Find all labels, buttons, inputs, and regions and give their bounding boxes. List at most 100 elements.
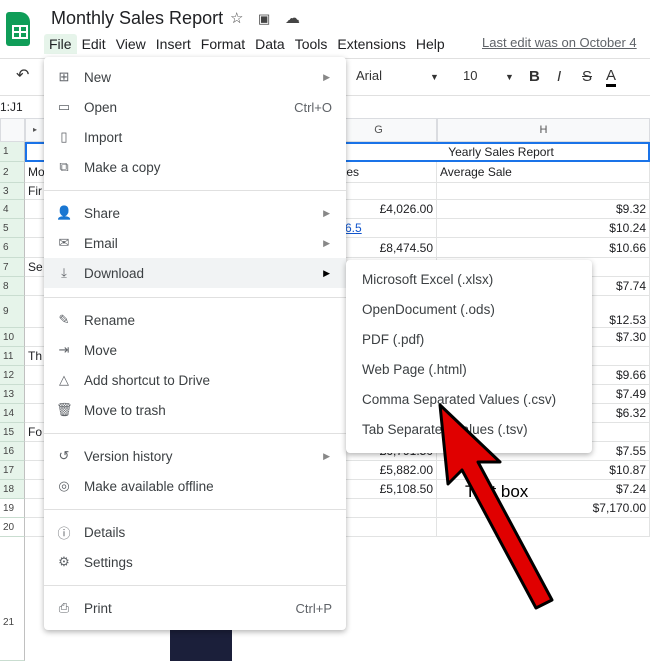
row-header[interactable]: 10 <box>0 328 25 347</box>
menu-item-label: New <box>84 69 112 85</box>
row-header[interactable]: 7 <box>0 258 25 277</box>
row-header[interactable]: 8 <box>0 277 25 296</box>
menu-item-settings[interactable]: ⚙ Settings <box>44 547 346 577</box>
row-header[interactable]: 12 <box>0 366 25 385</box>
menu-item-add-shortcut-to-drive[interactable]: △ Add shortcut to Drive <box>44 365 346 395</box>
column-header-h[interactable]: H <box>437 118 650 142</box>
menu-item-rename[interactable]: ✎ Rename <box>44 305 346 335</box>
menu-extensions[interactable]: Extensions <box>332 34 410 54</box>
menu-item-label: Download <box>84 265 145 281</box>
menu-item-label: Email <box>84 235 118 251</box>
submenu-arrow-icon: ▶ <box>323 267 330 278</box>
italic-button[interactable]: I <box>557 68 561 85</box>
download-option[interactable]: OpenDocument (.ods) <box>362 302 495 317</box>
menu-item-share[interactable]: 👤 Share ▶ <box>44 198 346 228</box>
move-folder-icon[interactable]: ▣ <box>258 11 270 27</box>
menu-help[interactable]: Help <box>411 34 450 54</box>
row-header[interactable]: 15 <box>0 423 25 442</box>
menu-format[interactable]: Format <box>196 34 250 54</box>
menu-data[interactable]: Data <box>250 34 290 54</box>
row-header[interactable]: 21 <box>0 537 25 661</box>
menu-item-new[interactable]: ⊞ New ▶ <box>44 62 346 92</box>
menu-tools[interactable]: Tools <box>290 34 333 54</box>
cell-h6[interactable]: $10.66 <box>437 238 650 258</box>
row-header[interactable]: 2 <box>0 162 25 183</box>
chevron-down-icon[interactable]: ▼ <box>430 72 439 82</box>
select-all-corner[interactable] <box>0 118 25 142</box>
row-header[interactable]: 20 <box>0 518 25 537</box>
download-submenu: Microsoft Excel (.xlsx) OpenDocument (.od… <box>346 260 592 453</box>
file-menu: ⊞ New ▶ ▭ Open Ctrl+O ▯ Import ⧉ Make a copy 👤 Shar… <box>44 57 346 630</box>
last-edit-link[interactable]: Last edit was on October 4 <box>482 35 637 50</box>
bold-button[interactable]: B <box>529 68 540 85</box>
row-header[interactable]: 19 <box>0 499 25 518</box>
menu-view[interactable]: View <box>111 34 151 54</box>
menu-item-details[interactable]: ⓘ Details <box>44 517 346 547</box>
menu-file[interactable]: File <box>44 34 77 54</box>
row-header[interactable]: 3 <box>0 183 25 200</box>
cell-h3[interactable] <box>437 183 650 200</box>
row-header[interactable]: 17 <box>0 461 25 480</box>
menu-item-move-to-trash[interactable]: 🗑 Move to trash <box>44 395 346 425</box>
column-header-a[interactable]: ▸ <box>25 118 45 142</box>
menu-item-label: Rename <box>84 312 136 328</box>
cell-h17[interactable]: $10.87 <box>437 461 650 480</box>
cell-h5[interactable]: $10.24 <box>437 219 650 238</box>
pencil-icon: ✎ <box>58 312 70 327</box>
font-size-select[interactable]: 10 <box>463 68 477 83</box>
move-folder-icon: ⇥ <box>58 342 70 357</box>
row-header[interactable]: 9 <box>0 296 25 328</box>
menu-bar: File Edit View Insert Format Data Tools … <box>44 34 450 54</box>
menu-insert[interactable]: Insert <box>151 34 196 54</box>
menu-item-open[interactable]: ▭ Open Ctrl+O <box>44 92 346 122</box>
menu-item-print[interactable]: ⎙ Print Ctrl+P <box>44 593 346 623</box>
menu-item-move[interactable]: ⇥ Move <box>44 335 346 365</box>
menu-item-label: Move to trash <box>84 402 166 418</box>
copy-icon: ⧉ <box>59 159 69 174</box>
download-option[interactable]: Web Page (.html) <box>362 362 467 377</box>
undo-icon[interactable]: ↶ <box>16 65 29 85</box>
menu-divider <box>44 509 346 510</box>
row-header[interactable]: 11 <box>0 347 25 366</box>
text-color-button[interactable]: A <box>606 68 617 87</box>
menu-item-make-a-copy[interactable]: ⧉ Make a copy <box>44 152 346 182</box>
cell-h20[interactable] <box>437 518 650 537</box>
menu-edit[interactable]: Edit <box>77 34 111 54</box>
menu-item-download[interactable]: ⤓ Download ▶ <box>44 258 346 288</box>
row-header[interactable]: 4 <box>0 200 25 219</box>
row-header[interactable]: 1 <box>0 142 25 162</box>
star-icon[interactable]: ☆ <box>230 9 243 27</box>
row-header[interactable]: 16 <box>0 442 25 461</box>
cloud-status-icon[interactable]: ☁ <box>285 9 300 27</box>
text-box[interactable]: Text box <box>465 482 528 502</box>
strikethrough-button[interactable]: S <box>582 68 592 85</box>
font-select[interactable]: Arial <box>356 68 382 83</box>
menu-item-make-available-offline[interactable]: ◎ Make available offline <box>44 471 346 501</box>
document-title[interactable]: Monthly Sales Report <box>51 8 223 29</box>
download-option[interactable]: Microsoft Excel (.xlsx) <box>362 272 493 287</box>
offline-icon: ◎ <box>58 478 70 493</box>
menu-divider <box>44 433 346 434</box>
cell-h2[interactable]: Average Sale <box>437 162 650 183</box>
row-header[interactable]: 13 <box>0 385 25 404</box>
menu-item-email[interactable]: ✉ Email ▶ <box>44 228 346 258</box>
menu-item-label: Open <box>84 99 118 115</box>
menu-item-version-history[interactable]: ↺ Version history ▶ <box>44 441 346 471</box>
row-header[interactable]: 14 <box>0 404 25 423</box>
submenu-arrow-icon: ▶ <box>323 237 330 248</box>
row-header[interactable]: 5 <box>0 219 25 238</box>
menu-item-label: Version history <box>84 448 173 464</box>
sheets-logo[interactable] <box>6 12 30 46</box>
name-box[interactable]: 1:J1 <box>0 100 23 114</box>
chevron-down-icon[interactable]: ▼ <box>505 72 514 82</box>
menu-item-label: Make available offline <box>84 478 214 494</box>
download-option[interactable]: Tab Separated Values (.tsv) <box>362 422 528 437</box>
history-icon: ↺ <box>58 448 70 463</box>
cell-h4[interactable]: $9.32 <box>437 200 650 219</box>
thumbnail-image <box>170 630 232 661</box>
row-header[interactable]: 6 <box>0 238 25 258</box>
download-option[interactable]: Comma Separated Values (.csv) <box>362 392 556 407</box>
menu-item-import[interactable]: ▯ Import <box>44 122 346 152</box>
download-option[interactable]: PDF (.pdf) <box>362 332 424 347</box>
row-header[interactable]: 18 <box>0 480 25 499</box>
